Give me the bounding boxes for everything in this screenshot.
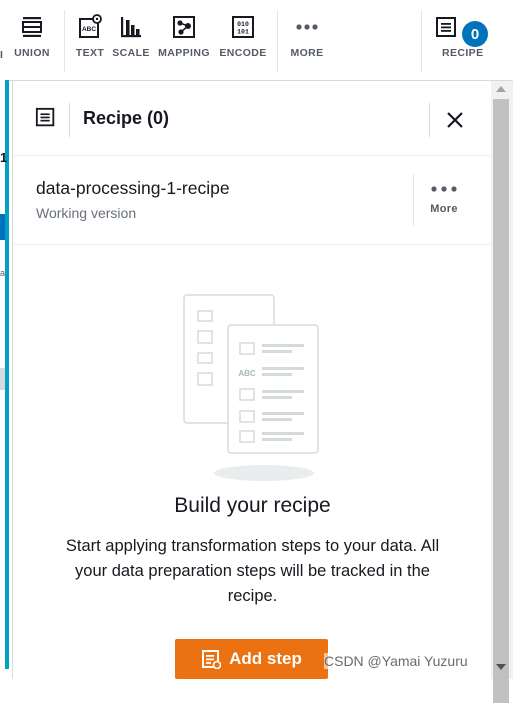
header-divider	[429, 103, 430, 137]
recipe-list-icon	[35, 107, 55, 127]
scroll-down-arrow[interactable]	[496, 664, 506, 670]
text-abc-icon: ABC	[79, 14, 102, 38]
empty-recipe-illustration: ABC	[183, 294, 319, 481]
svg-text:010: 010	[237, 21, 249, 28]
recipe-list-icon	[436, 17, 456, 37]
toolbar-divider	[421, 10, 422, 72]
text-button[interactable]: ABC TEXT	[73, 14, 107, 70]
page-title: Recipe (0)	[83, 108, 170, 128]
watermark: CSDN @Yamai Yuzuru	[324, 653, 468, 669]
svg-text:ABC: ABC	[238, 369, 256, 378]
toolbar-cut-label: I	[0, 49, 3, 61]
toolbar-divider	[64, 10, 65, 72]
add-step-icon	[202, 650, 222, 669]
mapping-button[interactable]: MAPPING	[156, 14, 212, 70]
recipe-name: data-processing-1-recipe	[36, 178, 230, 198]
scale-label: SCALE	[112, 47, 150, 59]
add-step-label: Add step	[229, 649, 302, 668]
scroll-thumb[interactable]	[493, 99, 509, 703]
grid-view-edge[interactable]: 1 a	[0, 80, 9, 669]
recipe-count-badge: 0	[462, 21, 488, 47]
close-icon[interactable]	[445, 110, 465, 130]
recipe-panel: Recipe (0) data-processing-1-recipe Work…	[12, 81, 492, 679]
grid-cell	[0, 368, 5, 390]
ellipsis-icon	[431, 186, 457, 192]
encode-label: ENCODE	[219, 47, 267, 59]
union-icon	[22, 17, 42, 37]
recipe-toggle-label: RECIPE	[442, 47, 484, 59]
mapping-label: MAPPING	[158, 47, 210, 59]
grid-fragment: 1	[0, 150, 8, 165]
recipe-more-label: More	[430, 203, 458, 215]
bar-chart-icon	[121, 17, 141, 38]
binary-encode-icon: 010 101	[232, 16, 254, 38]
scroll-up-arrow[interactable]	[496, 86, 506, 92]
recipe-more-button[interactable]: More	[414, 176, 474, 226]
union-label: UNION	[14, 47, 50, 59]
svg-text:ABC: ABC	[82, 26, 96, 33]
add-step-button[interactable]: Add step	[175, 639, 328, 679]
svg-text:101: 101	[237, 29, 249, 36]
empty-state-title: Build your recipe	[174, 494, 331, 517]
encode-button[interactable]: 010 101 ENCODE	[218, 14, 268, 70]
union-button[interactable]: UNION	[10, 14, 54, 70]
toolbar-divider	[277, 10, 278, 72]
empty-state-description: Start applying transformation steps to y…	[65, 537, 440, 605]
toolbar: I UNION ABC TEXT SCALE MAPPING 010 101 E…	[0, 0, 513, 81]
more-toolbar-button[interactable]: MORE	[288, 14, 326, 70]
grid-fragment: a	[0, 268, 6, 278]
grid-selected-cell	[0, 214, 5, 240]
recipe-info: data-processing-1-recipe Working version…	[13, 156, 492, 245]
recipe-panel-header: Recipe (0)	[13, 81, 492, 156]
more-toolbar-label: MORE	[290, 47, 324, 59]
ellipsis-icon	[296, 24, 318, 30]
header-divider	[69, 103, 70, 137]
panel-scrollbar[interactable]	[491, 81, 513, 703]
recipe-status: Working version	[36, 205, 137, 221]
scale-button[interactable]: SCALE	[112, 14, 150, 70]
text-label: TEXT	[75, 47, 105, 59]
mapping-icon	[173, 16, 195, 38]
